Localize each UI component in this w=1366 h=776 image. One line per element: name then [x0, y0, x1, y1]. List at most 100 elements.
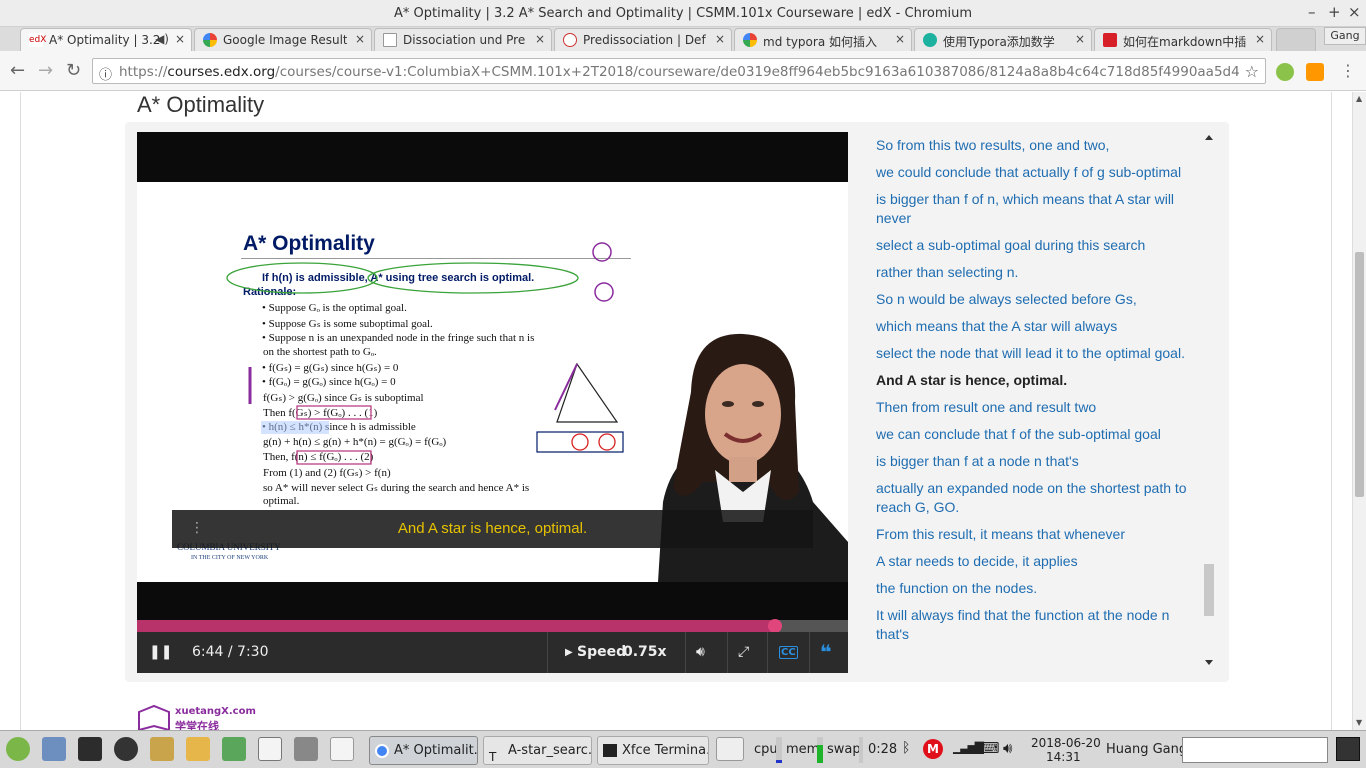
mint-menu-icon[interactable]: [6, 737, 30, 761]
speed-value[interactable]: 0.75x: [623, 632, 667, 673]
close-window-icon[interactable]: ×: [1348, 3, 1361, 21]
transcript-line[interactable]: we could conclude that actually f of g s…: [876, 163, 1206, 182]
back-icon[interactable]: ←: [10, 60, 25, 81]
close-tab-icon[interactable]: ×: [355, 32, 365, 46]
taskbar-window-terminal[interactable]: Xfce Termina...: [597, 736, 709, 765]
transcript-line[interactable]: the function on the nodes.: [876, 579, 1206, 598]
url-bar[interactable]: ⓘ https://courses.edx.org/courses/course…: [92, 58, 1266, 84]
tab-typora-math[interactable]: 使用Typora添加数学 ×: [914, 28, 1092, 51]
tab-predissociation[interactable]: Predissociation | Def ×: [554, 28, 732, 51]
file-manager-icon[interactable]: [42, 737, 66, 761]
transcript-line[interactable]: A star needs to decide, it applies: [876, 552, 1206, 571]
mem-bar: [817, 737, 823, 763]
taskbar-window-editor[interactable]: T A-star_searc...: [483, 736, 592, 765]
input-method-icon[interactable]: ⌨: [978, 739, 1000, 765]
scroll-thumb[interactable]: [1355, 252, 1364, 497]
scroll-down-icon: [1205, 660, 1213, 665]
transcript-line[interactable]: Then from result one and result two: [876, 398, 1206, 417]
bluetooth-icon[interactable]: ᛒ: [902, 740, 910, 766]
screenshot-icon[interactable]: [294, 737, 318, 761]
page-favicon-icon: [563, 33, 577, 47]
document-icon[interactable]: [258, 737, 282, 761]
transcript-scrollbar[interactable]: [1203, 132, 1215, 668]
extension-icon[interactable]: [1306, 63, 1324, 81]
xuetangx-logo-icon: [138, 704, 170, 730]
speed-caret-icon: ▶: [565, 647, 573, 658]
pause-icon[interactable]: ❚❚: [149, 632, 172, 673]
menu-icon[interactable]: ⋮: [1340, 61, 1356, 80]
profile-button[interactable]: Gang: [1324, 27, 1366, 45]
tab-label: A* Optimality | 3.2: [49, 33, 161, 47]
tab-bar: edX A* Optimality | 3.2 ◀) × Google Imag…: [0, 27, 1366, 51]
media-player-icon[interactable]: [114, 737, 138, 761]
volume-icon[interactable]: 🔊︎: [1003, 739, 1012, 765]
scroll-up-icon[interactable]: ▲: [1356, 94, 1362, 103]
swap-monitor: swap: [827, 742, 861, 757]
terminal-icon[interactable]: [78, 737, 102, 761]
tab-label: md typora 如何插入: [763, 35, 877, 49]
close-tab-icon[interactable]: ×: [535, 32, 545, 46]
text-editor-icon[interactable]: [186, 737, 210, 761]
transcript-line[interactable]: is bigger than f of n, which means that …: [876, 190, 1206, 228]
search-box[interactable]: [1182, 737, 1328, 763]
transcript-panel[interactable]: So from this two results, one and two, we…: [876, 136, 1206, 666]
tab-typora[interactable]: md typora 如何插入 ×: [734, 28, 912, 51]
logout-icon[interactable]: [1336, 737, 1360, 761]
window-title: A* Optimality | 3.2 A* Search and Optima…: [393, 6, 973, 21]
scroll-down-icon[interactable]: ▼: [1356, 718, 1362, 727]
mega-icon[interactable]: M: [923, 739, 943, 759]
reload-icon[interactable]: ↻: [66, 60, 81, 81]
edx-favicon-icon: edX: [29, 33, 47, 47]
close-tab-icon[interactable]: ×: [175, 32, 185, 46]
tab-dissociation[interactable]: Dissociation und Pre ×: [374, 28, 552, 51]
forward-icon[interactable]: →: [38, 60, 53, 81]
window-label: Xfce Termina...: [622, 743, 709, 758]
text-editor-icon: T: [489, 750, 497, 764]
tab-edx[interactable]: edX A* Optimality | 3.2 ◀) ×: [20, 28, 192, 51]
info-icon[interactable]: ⓘ: [99, 64, 112, 83]
fullscreen-icon[interactable]: ⤢: [738, 632, 749, 673]
extension-icon[interactable]: [1276, 63, 1294, 81]
tab-markdown[interactable]: 如何在markdown中插 ×: [1094, 28, 1272, 51]
new-tab-button[interactable]: [1276, 28, 1316, 51]
url-text[interactable]: https://courses.edx.org/courses/course-v…: [119, 64, 1239, 80]
close-tab-icon[interactable]: ×: [715, 32, 725, 46]
taskbar-window-chromium[interactable]: A* Optimalit...: [369, 736, 478, 765]
tab-label: 使用Typora添加数学: [943, 35, 1055, 49]
page-scrollbar[interactable]: ▲ ▼: [1352, 92, 1366, 730]
math-editor-icon[interactable]: [330, 737, 354, 761]
close-tab-icon[interactable]: ×: [895, 32, 905, 46]
keyboard-indicator-icon[interactable]: [716, 737, 744, 761]
transcript-line[interactable]: So from this two results, one and two,: [876, 136, 1206, 155]
time-display: 6:44 / 7:30: [192, 644, 269, 660]
close-tab-icon[interactable]: ×: [1075, 32, 1085, 46]
closed-captions-icon[interactable]: CC: [779, 632, 798, 673]
transcript-line[interactable]: which means that the A star will always: [876, 317, 1206, 336]
transcript-line[interactable]: rather than selecting n.: [876, 263, 1206, 282]
transcript-line[interactable]: actually an expanded node on the shortes…: [876, 479, 1206, 517]
transcript-line[interactable]: select the node that will lead it to the…: [876, 344, 1206, 363]
transcript-line[interactable]: is bigger than f at a node n that's: [876, 452, 1206, 471]
speed-label[interactable]: Speed: [577, 632, 626, 673]
close-tab-icon[interactable]: ×: [1255, 32, 1265, 46]
video-progress-slider[interactable]: [137, 619, 848, 633]
bookmark-star-icon[interactable]: ☆: [1245, 62, 1259, 81]
transcript-line[interactable]: It will always find that the function at…: [876, 606, 1206, 644]
minimize-icon[interactable]: –: [1308, 3, 1316, 21]
progress-handle[interactable]: [767, 619, 782, 633]
dictionary-icon[interactable]: [150, 737, 174, 761]
maximize-icon[interactable]: +: [1328, 3, 1341, 21]
transcript-toggle-icon[interactable]: ❝: [820, 632, 832, 673]
xuetangx-logo[interactable]: xuetangX.com 学堂在线: [137, 704, 257, 730]
tab-google-image[interactable]: Google Image Result ×: [194, 28, 372, 51]
transcript-line[interactable]: select a sub-optimal goal during this se…: [876, 236, 1206, 255]
separator: [767, 632, 768, 673]
cpu-monitor: cpu: [754, 742, 778, 757]
volume-icon[interactable]: 🔊︎: [696, 632, 705, 673]
transcript-line-current[interactable]: And A star is hence, optimal.: [876, 371, 1206, 390]
separator: [685, 632, 686, 673]
transcript-line[interactable]: From this result, it means that whenever: [876, 525, 1206, 544]
transcript-line[interactable]: we can conclude that f of the sub-optima…: [876, 425, 1206, 444]
transcript-line[interactable]: So n would be always selected before Gs,: [876, 290, 1206, 309]
image-viewer-icon[interactable]: [222, 737, 246, 761]
